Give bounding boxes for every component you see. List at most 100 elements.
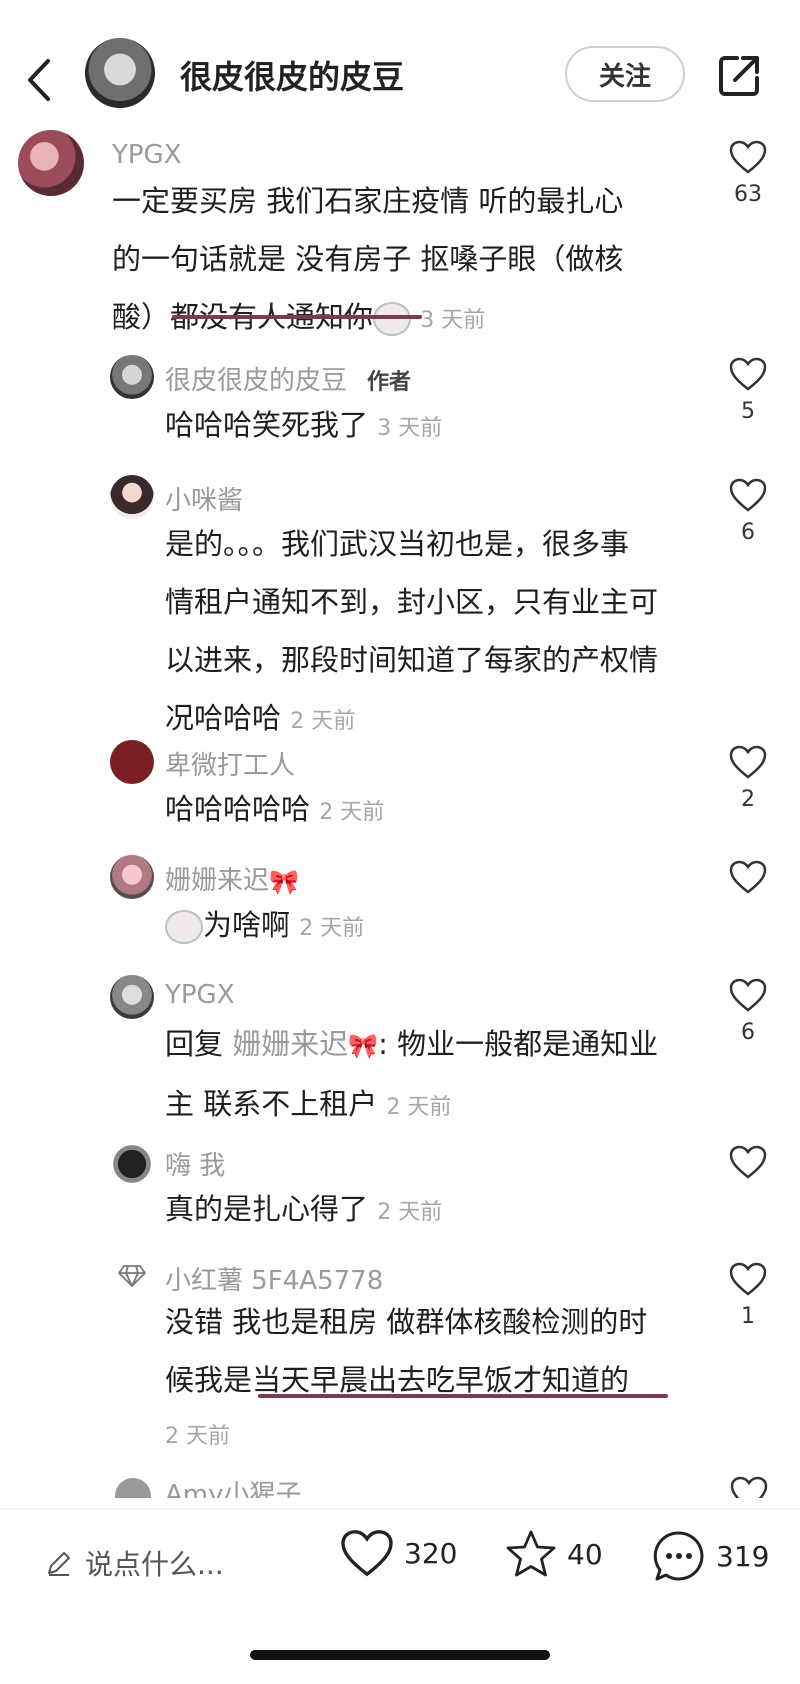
- comment-line: 一定要买房 我们石家庄疫情 听的最扎心: [112, 184, 624, 218]
- comment-line: 没错 我也是租房 做群体核酸检测的时: [165, 1305, 648, 1339]
- comment-time: 2 天前: [290, 709, 356, 734]
- avatar[interactable]: [115, 1478, 151, 1498]
- comment-text: 是的。。。我们武汉当初也是，很多事 情租户通知不到，封小区，只有业主可 以进来，…: [165, 515, 705, 751]
- author-badge: 作者: [367, 370, 412, 395]
- home-indicator[interactable]: [250, 1650, 550, 1660]
- comment-username[interactable]: Amy小猩子: [165, 1474, 302, 1498]
- author-name[interactable]: 很皮很皮的皮豆: [180, 52, 404, 98]
- like-button[interactable]: 6: [718, 978, 778, 1045]
- like-button[interactable]: [718, 860, 778, 902]
- comment-item: Amy小猩子: [0, 1470, 800, 1498]
- comment-username[interactable]: 卑微打工人: [165, 745, 295, 782]
- comment-time: 2 天前: [377, 1200, 443, 1225]
- emoji-icon: [373, 302, 412, 336]
- comment-line: 况哈哈哈 2 天前: [165, 701, 356, 735]
- like-post-button[interactable]: 320: [340, 1529, 457, 1577]
- heart-icon: [729, 745, 767, 779]
- like-count: 63: [734, 182, 762, 207]
- comment-line: 以进来，那段时间知道了每家的产权情: [165, 643, 659, 677]
- comment-text: 哈哈哈笑死我了 3 天前: [165, 396, 442, 458]
- comment-username[interactable]: 小红薯 5F4A5778: [165, 1260, 383, 1297]
- heart-icon: [729, 357, 767, 391]
- like-button[interactable]: 63: [718, 140, 778, 207]
- avatar[interactable]: [18, 130, 84, 196]
- follow-button[interactable]: 关注: [565, 46, 685, 102]
- pencil-icon: [48, 1552, 70, 1576]
- like-total: 320: [404, 1536, 458, 1570]
- comment-time: 2 天前: [299, 916, 365, 941]
- like-button[interactable]: 6: [718, 478, 778, 545]
- comment-line: 情租户通知不到，封小区，只有业主可: [165, 585, 659, 619]
- avatar[interactable]: [110, 475, 154, 519]
- avatar[interactable]: [110, 355, 154, 399]
- bottom-action-bar: 说点什么... 320 40 319: [0, 1508, 800, 1609]
- comment-text: 真的是扎心得了 2 天前: [165, 1180, 442, 1242]
- avatar[interactable]: [110, 1142, 154, 1186]
- heart-icon: [729, 978, 767, 1012]
- comment-time: 2 天前: [319, 800, 385, 825]
- diamond-icon[interactable]: [118, 1264, 146, 1288]
- header: 很皮很皮的皮豆 关注: [0, 0, 800, 150]
- like-button[interactable]: 1: [718, 1262, 778, 1329]
- heart-icon: [729, 1145, 767, 1179]
- comment-line: 哈哈哈哈哈 2 天前: [165, 792, 385, 826]
- comment-input-placeholder: 说点什么...: [85, 1548, 224, 1581]
- comment-line: 哈哈哈笑死我了 3 天前: [165, 408, 443, 442]
- comment-text: 哈哈哈哈哈 2 天前: [165, 780, 384, 842]
- comment-text: 没错 我也是租房 做群体核酸检测的时 候我是当天早晨出去吃早饭才知道的: [165, 1293, 705, 1409]
- favorite-button[interactable]: 40: [505, 1529, 603, 1579]
- comment-time: 3 天前: [377, 416, 443, 441]
- comment-time: 2 天前: [386, 1095, 452, 1120]
- like-count: 1: [741, 1304, 755, 1329]
- comment-username[interactable]: 嗨 我: [165, 1145, 225, 1182]
- comments-button[interactable]: 319: [652, 1529, 769, 1583]
- comment-line: 回复 姗姗来迟🎀: 物业一般都是通知业: [165, 1015, 705, 1075]
- heart-icon: [729, 140, 767, 174]
- like-count: 5: [741, 399, 755, 424]
- share-icon[interactable]: [715, 52, 763, 100]
- comment-username[interactable]: 姗姗来迟🎀: [165, 860, 299, 897]
- comment-username[interactable]: YPGX: [165, 980, 235, 1010]
- comment-line: 主 联系不上租户 2 天前: [165, 1087, 452, 1121]
- comment-line: 酸）都没有人通知你 3 天前: [112, 300, 486, 336]
- heart-icon[interactable]: [730, 1476, 768, 1498]
- comment-line: 是的。。。我们武汉当初也是，很多事: [165, 527, 630, 561]
- comment-bubble-icon: [653, 1531, 704, 1581]
- comment-username[interactable]: 小咪酱: [165, 480, 243, 517]
- comment-time: 2 天前: [165, 1424, 230, 1449]
- comment-text: 一定要买房 我们石家庄疫情 听的最扎心 的一句话就是 没有房子 抠嗓子眼（做核 …: [112, 172, 692, 350]
- comment-total: 319: [716, 1539, 770, 1573]
- avatar[interactable]: [110, 975, 154, 1019]
- like-button[interactable]: 5: [718, 357, 778, 424]
- like-count: 2: [741, 787, 755, 812]
- heart-icon: [729, 478, 767, 512]
- reply-target[interactable]: 姗姗来迟: [232, 1027, 348, 1061]
- heart-icon: [729, 860, 767, 894]
- emoji-icon: [165, 910, 203, 944]
- comment-username[interactable]: YPGX: [112, 140, 182, 170]
- highlight-underline: [258, 1394, 668, 1398]
- like-button[interactable]: [718, 1145, 778, 1187]
- comment-line: 真的是扎心得了 2 天前: [165, 1192, 443, 1226]
- heart-icon: [341, 1530, 393, 1577]
- comment-line: 为啥啊 2 天前: [165, 896, 364, 958]
- star-icon: [506, 1530, 556, 1577]
- comment-username[interactable]: 很皮很皮的皮豆 作者: [165, 360, 411, 397]
- avatar[interactable]: [110, 855, 154, 899]
- comment-line: 的一句话就是 没有房子 抠嗓子眼（做核: [112, 242, 624, 276]
- back-arrow-icon[interactable]: [20, 55, 60, 105]
- bow-icon: 🎀: [269, 867, 299, 896]
- like-count: 6: [741, 520, 755, 545]
- avatar[interactable]: [110, 740, 154, 784]
- favorite-total: 40: [567, 1537, 603, 1571]
- like-button[interactable]: 2: [718, 745, 778, 812]
- comment-line: 候我是当天早晨出去吃早饭才知道的: [165, 1363, 630, 1397]
- like-count: 6: [741, 1020, 755, 1045]
- bow-icon: 🎀: [348, 1032, 379, 1060]
- highlight-underline: [172, 315, 422, 319]
- author-avatar[interactable]: [85, 38, 155, 108]
- comment-text: 回复 姗姗来迟🎀: 物业一般都是通知业 主 联系不上租户 2 天前: [165, 1015, 705, 1137]
- comment-text: 为啥啊 2 天前: [165, 896, 364, 958]
- comment-time: 3 天前: [420, 308, 486, 333]
- comment-input[interactable]: 说点什么...: [45, 1543, 224, 1583]
